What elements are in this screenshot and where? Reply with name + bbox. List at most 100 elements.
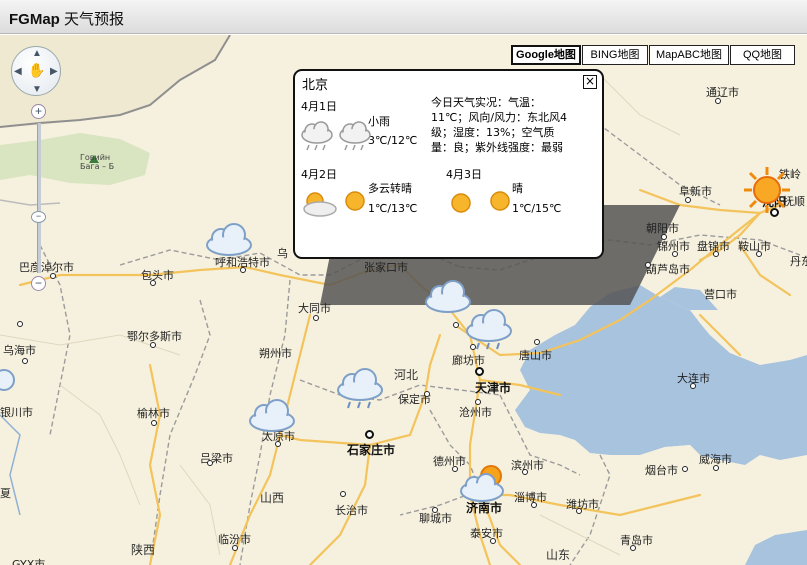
city-dot xyxy=(715,98,721,104)
label-yingkou: 营口市 xyxy=(704,288,737,301)
close-icon[interactable]: × xyxy=(583,75,597,89)
city-dot xyxy=(22,358,28,364)
day3-temp: 1℃/15℃ xyxy=(512,202,562,215)
label-tongliao: 通辽市 xyxy=(706,86,739,99)
zoom-out-button[interactable]: − xyxy=(31,276,46,291)
city-dot-capital xyxy=(365,430,374,439)
city-dot xyxy=(232,545,238,551)
label-shijiazhuang: 石家庄市 xyxy=(347,443,396,457)
zoom-in-button[interactable]: + xyxy=(31,104,46,119)
cloud-icon[interactable] xyxy=(203,221,255,261)
label-zhangjiakou: 张家口市 xyxy=(364,261,408,274)
city-dot xyxy=(475,399,481,405)
zoom-track[interactable] xyxy=(37,123,41,273)
current-conditions-text: 今日天气实况：气温：11℃；风向/风力：东北风4级；湿度：13%；空气质量：良；… xyxy=(431,96,568,154)
label-langfang: 廊坊市 xyxy=(452,354,485,367)
city-dot xyxy=(690,383,696,389)
label-dandong: 丹东 xyxy=(790,255,807,268)
city-dot xyxy=(713,465,719,471)
city-dot xyxy=(150,280,156,286)
map-canvas[interactable]: 通辽市 铁岭 沈阳 抚顺 阜新市 朝阳市 锦州市 盘锦市 鞍山市 葫芦岛市 营口… xyxy=(0,35,807,565)
label-shanxi-province: 山西 xyxy=(260,491,285,505)
maptype-mapabc-button[interactable]: MapABC地图 xyxy=(649,45,729,65)
city-dot xyxy=(150,342,156,348)
label-bayannur: 巴彦淖尔市 xyxy=(19,261,74,274)
rain-cloud-icon[interactable] xyxy=(334,368,386,412)
label-ningxia-partial: 夏 xyxy=(0,487,11,500)
city-dot xyxy=(685,197,691,203)
label-huludao: 葫芦岛市 xyxy=(646,263,690,276)
label-shuozhou: 朔州市 xyxy=(259,347,292,360)
label-datong: 大同市 xyxy=(298,302,331,315)
day2-date: 4月2日 xyxy=(301,168,337,181)
zoom-slider[interactable]: + − − xyxy=(31,104,46,294)
label-shaanxi-province: 陕西 xyxy=(131,543,156,557)
city-dot xyxy=(424,391,430,397)
day2-temp: 1℃/13℃ xyxy=(368,202,418,215)
day3-desc: 晴 xyxy=(512,182,523,195)
maptype-bing-button[interactable]: BING地图 xyxy=(582,45,648,65)
pan-down-icon[interactable]: ▼ xyxy=(32,84,42,95)
zoom-thumb[interactable]: − xyxy=(31,211,46,223)
app-title: FGMap 天气预报 xyxy=(9,11,125,28)
pan-control[interactable]: ▲ ▼ ◀ ▶ ✋ xyxy=(11,46,61,96)
sun-icon xyxy=(490,191,510,211)
label-mongolia-1: Говийн xyxy=(80,153,111,162)
partly-cloudy-icon[interactable] xyxy=(458,463,510,507)
rain-cloud-icon[interactable] xyxy=(463,309,515,353)
city-dot xyxy=(672,251,678,257)
sun-icon xyxy=(345,191,365,211)
label-hebei-province: 河北 xyxy=(394,368,419,382)
day3-date: 4月3日 xyxy=(446,168,482,181)
city-dot xyxy=(151,420,157,426)
day1-date: 4月1日 xyxy=(301,100,337,113)
city-dot xyxy=(17,321,23,327)
label-changzhi: 长治市 xyxy=(335,504,368,517)
label-wuhai: 乌海市 xyxy=(3,344,36,357)
city-dot xyxy=(490,538,496,544)
cloud-icon[interactable] xyxy=(0,365,20,395)
label-qingdao: 青岛市 xyxy=(620,534,653,547)
label-fuxin: 阜新市 xyxy=(679,185,712,198)
label-anshan: 鞍山市 xyxy=(738,240,771,253)
label-yulin: 榆林市 xyxy=(137,407,170,420)
label-tangshan: 唐山市 xyxy=(519,349,552,362)
city-dot-beijing xyxy=(453,322,459,328)
city-dot xyxy=(207,460,213,466)
city-dot xyxy=(682,466,688,472)
popup-city-name: 北京 xyxy=(302,78,329,93)
day1-temp: 3℃/12℃ xyxy=(368,134,418,147)
maptype-qq-button[interactable]: QQ地图 xyxy=(730,45,795,65)
title-bar: FGMap 天气预报 xyxy=(0,0,807,34)
city-dot xyxy=(313,315,319,321)
weather-popup: 北京 × 4月1日 小雨 3℃/12℃ 今日天气实况：气温：11℃；风向/风力：… xyxy=(293,69,604,259)
city-dot xyxy=(432,507,438,513)
sun-icon[interactable] xyxy=(742,165,792,215)
city-dot xyxy=(340,491,346,497)
city-dot xyxy=(645,262,651,268)
cloud-icon[interactable] xyxy=(246,397,298,437)
hand-icon[interactable]: ✋ xyxy=(28,62,45,79)
city-dot-capital xyxy=(475,367,484,376)
label-yinchuan: 银川市 xyxy=(0,406,33,419)
city-dot xyxy=(531,502,537,508)
city-dot xyxy=(576,508,582,514)
label-cangzhou: 沧州市 xyxy=(459,406,492,419)
city-dot xyxy=(630,545,636,551)
label-wulanchabu-partial: 乌 xyxy=(277,247,288,260)
pan-right-icon[interactable]: ▶ xyxy=(50,66,58,77)
city-dot xyxy=(534,339,540,345)
rain-cloud-icon xyxy=(301,121,333,151)
label-yantai: 烟台市 xyxy=(645,464,678,477)
maptype-google-button[interactable]: Google地图 xyxy=(511,45,581,65)
city-dot xyxy=(240,267,246,273)
city-dot xyxy=(275,441,281,447)
label-taian: 泰安市 xyxy=(470,527,503,540)
city-dot xyxy=(50,273,56,279)
city-dot xyxy=(713,251,719,257)
label-shandong-province: 山东 xyxy=(546,548,571,562)
pan-up-icon[interactable]: ▲ xyxy=(32,48,42,59)
day2-desc: 多云转晴 xyxy=(368,182,412,195)
label-mongolia-2: Бага – Б xyxy=(80,162,115,171)
pan-left-icon[interactable]: ◀ xyxy=(14,66,22,77)
